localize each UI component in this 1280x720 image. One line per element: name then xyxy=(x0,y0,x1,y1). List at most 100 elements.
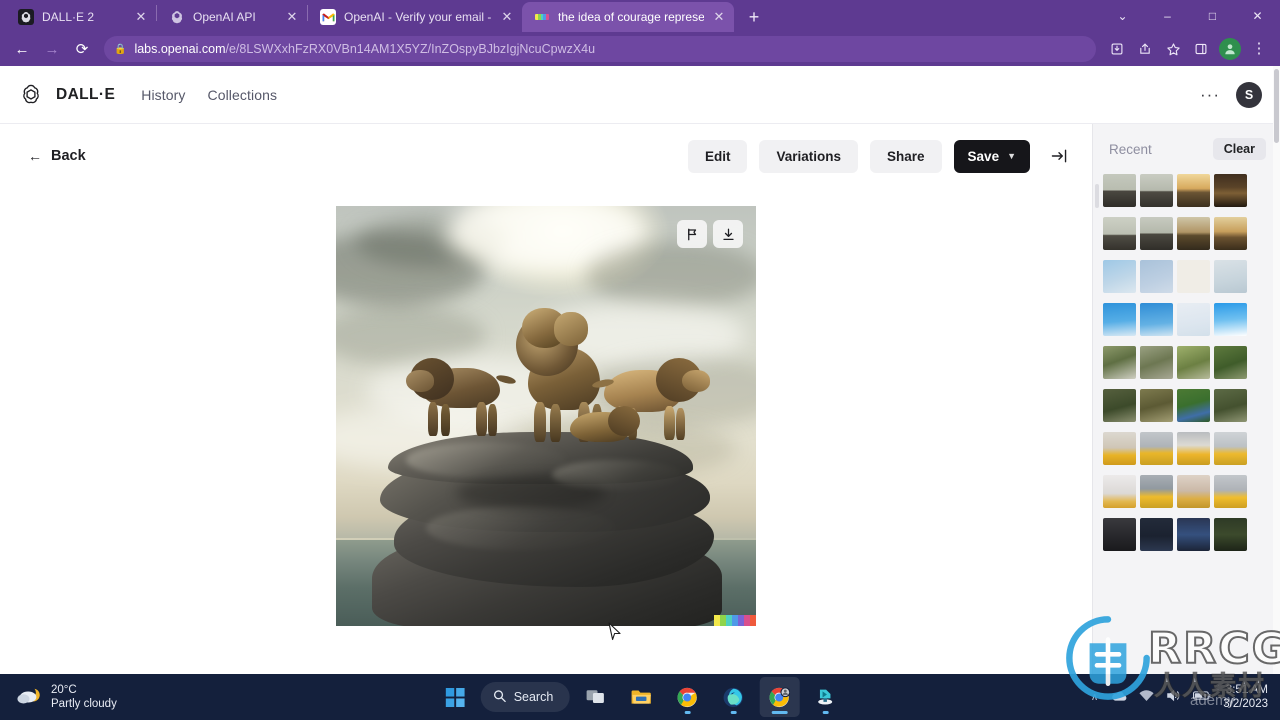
taskbar-search[interactable]: Search xyxy=(480,682,570,712)
recent-thumbnail-list[interactable] xyxy=(1093,174,1280,674)
tab-close-icon[interactable]: ✕ xyxy=(134,10,148,24)
thumbnail[interactable] xyxy=(1177,174,1210,207)
onedrive-icon[interactable] xyxy=(1110,690,1127,705)
task-view-icon[interactable] xyxy=(575,677,615,717)
thumbnail[interactable] xyxy=(1177,217,1210,250)
browser-window: DALL·E 2 ✕ OpenAI API ✕ OpenAI - Verify … xyxy=(0,0,1280,720)
app-brand-title: DALL·E xyxy=(56,85,116,103)
share-icon[interactable] xyxy=(1132,36,1158,62)
tab-close-icon[interactable]: ✕ xyxy=(712,10,726,24)
browser-tab-dalle2[interactable]: DALL·E 2 ✕ xyxy=(6,2,156,32)
collapse-panel-icon[interactable] xyxy=(1046,143,1072,169)
taskbar-weather-widget[interactable]: 20°C Partly cloudy xyxy=(0,683,260,711)
tray-expand-chevron-icon[interactable]: ∧ xyxy=(1091,692,1098,703)
user-avatar[interactable]: S xyxy=(1236,81,1262,108)
thumbnail[interactable] xyxy=(1177,346,1210,379)
thumbnail[interactable] xyxy=(1177,260,1210,293)
chrome-icon[interactable] xyxy=(667,677,707,717)
clear-button[interactable]: Clear xyxy=(1212,138,1266,160)
thumbnail[interactable] xyxy=(1103,303,1136,336)
thumbnail[interactable] xyxy=(1177,389,1210,422)
thumbnail[interactable] xyxy=(1140,174,1173,207)
windows-start-icon[interactable] xyxy=(435,677,475,717)
chrome-profile-icon[interactable] xyxy=(759,677,800,717)
network-icon[interactable] xyxy=(1139,689,1154,705)
thumbnail[interactable] xyxy=(1214,260,1247,293)
menu-kebab-icon[interactable]: ⋮ xyxy=(1246,36,1272,62)
lion-left xyxy=(406,354,520,440)
browser-tab-gmail-verify[interactable]: OpenAI - Verify your email - sam ✕ xyxy=(308,2,522,32)
video-editor-icon[interactable] xyxy=(805,677,845,717)
thumbnail[interactable] xyxy=(1214,174,1247,207)
file-explorer-icon[interactable] xyxy=(621,677,661,717)
browser-tab-openai-api[interactable]: OpenAI API ✕ xyxy=(157,2,307,32)
battery-icon[interactable] xyxy=(1193,690,1211,704)
install-icon[interactable] xyxy=(1104,36,1130,62)
nav-link-collections[interactable]: Collections xyxy=(208,87,278,103)
thumbnail-row xyxy=(1103,432,1266,465)
nav-link-history[interactable]: History xyxy=(141,87,185,103)
thumbnail[interactable] xyxy=(1140,389,1173,422)
thumbnail[interactable] xyxy=(1103,389,1136,422)
thumbnail[interactable] xyxy=(1103,346,1136,379)
reload-icon[interactable]: ⟳ xyxy=(68,35,96,63)
edge-copilot-icon[interactable] xyxy=(713,677,753,717)
minimize-button[interactable]: – xyxy=(1145,0,1190,32)
thumbnail[interactable] xyxy=(1214,217,1247,250)
back-navigation-icon[interactable]: ← xyxy=(8,35,36,63)
thumbnail[interactable] xyxy=(1214,303,1247,336)
thumbnail[interactable] xyxy=(1140,475,1173,508)
page-scrollbar[interactable] xyxy=(1273,66,1280,674)
openai-logo-icon[interactable] xyxy=(18,82,44,108)
maximize-button[interactable]: □ xyxy=(1190,0,1235,32)
taskbar-search-label: Search xyxy=(513,690,554,704)
thumbnail[interactable] xyxy=(1214,475,1247,508)
overflow-menu-icon[interactable]: ··· xyxy=(1200,85,1220,105)
share-button[interactable]: Share xyxy=(870,139,942,173)
thumbnail[interactable] xyxy=(1103,432,1136,465)
thumbnail[interactable] xyxy=(1140,217,1173,250)
thumbnail[interactable] xyxy=(1140,346,1173,379)
address-bar[interactable]: 🔒 labs.openai.com/e/8LSWXxhFzRX0VBn14AM1… xyxy=(104,36,1096,62)
thumbnail[interactable] xyxy=(1214,432,1247,465)
thumbnail[interactable] xyxy=(1103,174,1136,207)
download-icon[interactable] xyxy=(713,220,743,248)
thumbnail[interactable] xyxy=(1214,346,1247,379)
tab-close-icon[interactable]: ✕ xyxy=(285,10,299,24)
back-button[interactable]: ← Back xyxy=(28,148,86,164)
app-header-right: ··· S xyxy=(1200,81,1262,108)
variations-button[interactable]: Variations xyxy=(759,139,859,173)
volume-icon[interactable] xyxy=(1166,689,1181,705)
thumbnail[interactable] xyxy=(1177,432,1210,465)
flag-icon[interactable] xyxy=(677,220,707,248)
thumbnail[interactable] xyxy=(1103,475,1136,508)
thumbnail[interactable] xyxy=(1103,518,1136,551)
thumbnail[interactable] xyxy=(1103,217,1136,250)
taskbar-clock[interactable]: 3:51 AM 3/2/2023 xyxy=(1223,683,1268,711)
thumbnail[interactable] xyxy=(1140,260,1173,293)
thumbnail[interactable] xyxy=(1177,303,1210,336)
chrome-customize-chevron-icon[interactable]: ⌄ xyxy=(1100,0,1145,32)
edit-button[interactable]: Edit xyxy=(687,139,748,173)
thumbnail[interactable] xyxy=(1177,475,1210,508)
rail-handle[interactable] xyxy=(1095,184,1099,208)
tab-title: DALL·E 2 xyxy=(42,10,95,24)
thumbnail[interactable] xyxy=(1140,303,1173,336)
thumbnail[interactable] xyxy=(1177,518,1210,551)
profile-avatar-icon[interactable] xyxy=(1219,38,1241,60)
forward-navigation-icon[interactable]: → xyxy=(38,35,66,63)
image-action-buttons xyxy=(677,220,743,248)
thumbnail[interactable] xyxy=(1214,389,1247,422)
generated-image[interactable] xyxy=(336,206,756,626)
thumbnail[interactable] xyxy=(1140,518,1173,551)
thumbnail[interactable] xyxy=(1103,260,1136,293)
tab-close-icon[interactable]: ✕ xyxy=(500,10,514,24)
new-tab-button[interactable]: + xyxy=(740,3,768,31)
close-window-button[interactable]: ✕ xyxy=(1235,0,1280,32)
save-button[interactable]: Save ▼ xyxy=(953,139,1030,173)
sidepanel-icon[interactable] xyxy=(1188,36,1214,62)
browser-tab-active-courage[interactable]: the idea of courage represented ✕ xyxy=(522,2,734,32)
thumbnail[interactable] xyxy=(1214,518,1247,551)
thumbnail[interactable] xyxy=(1140,432,1173,465)
bookmark-star-icon[interactable] xyxy=(1160,36,1186,62)
